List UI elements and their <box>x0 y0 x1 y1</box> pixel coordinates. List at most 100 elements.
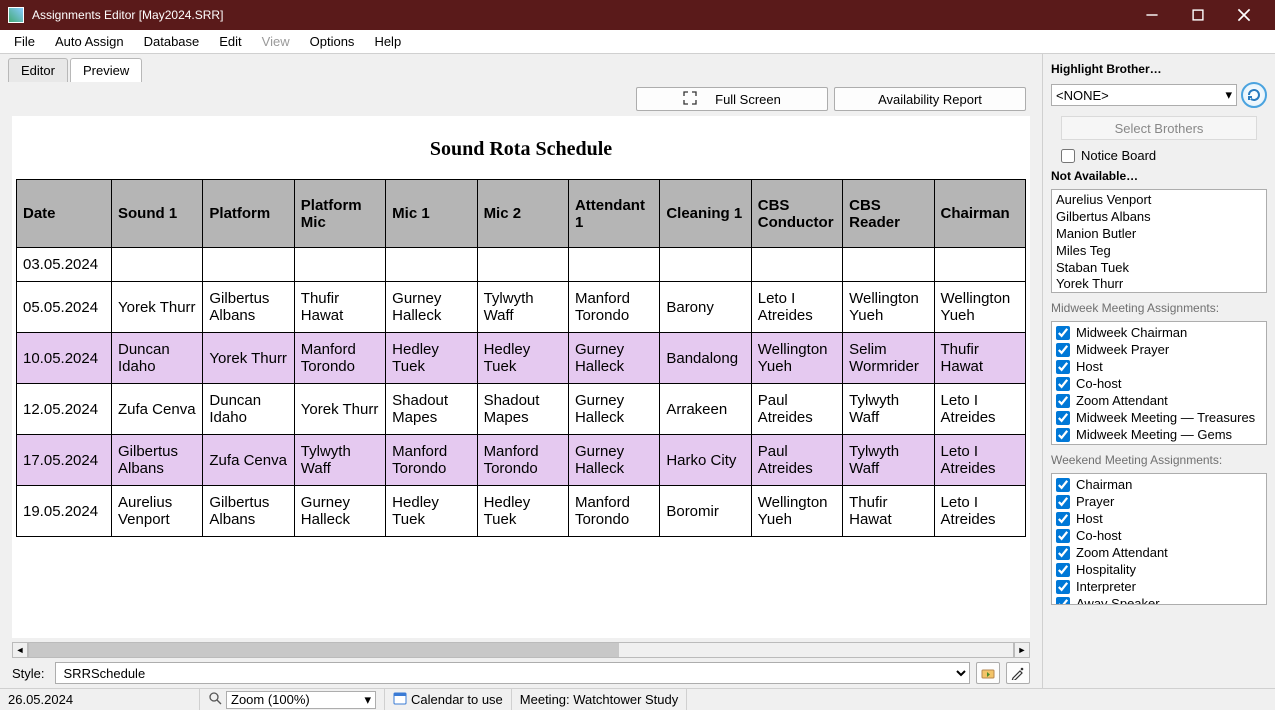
assignment-cell[interactable]: Duncan Idaho <box>112 333 203 384</box>
checklist-checkbox[interactable] <box>1056 512 1070 526</box>
checklist-item[interactable]: Chairman <box>1054 476 1264 493</box>
assignment-cell[interactable]: Hedley Tuek <box>386 486 477 537</box>
style-select[interactable]: SRRSchedule <box>55 662 970 684</box>
checklist-checkbox[interactable] <box>1056 326 1070 340</box>
assignment-cell[interactable]: Manford Torondo <box>477 435 568 486</box>
assignment-cell[interactable]: Gurney Halleck <box>386 282 477 333</box>
tab-editor[interactable]: Editor <box>8 58 68 82</box>
assignment-cell[interactable] <box>751 248 842 282</box>
assignment-cell[interactable]: Selim Wormrider <box>843 333 934 384</box>
checklist-checkbox[interactable] <box>1056 529 1070 543</box>
assignment-cell[interactable]: Leto I Atreides <box>934 486 1025 537</box>
maximize-button[interactable] <box>1175 0 1221 30</box>
menu-auto-assign[interactable]: Auto Assign <box>45 32 134 51</box>
zoom-select[interactable]: Zoom (100%) ▾ <box>226 691 376 709</box>
assignment-cell[interactable]: Manford Torondo <box>386 435 477 486</box>
close-button[interactable] <box>1221 0 1267 30</box>
scroll-left-icon[interactable]: ◄ <box>12 642 28 658</box>
assignment-cell[interactable]: Manford Torondo <box>568 486 659 537</box>
assignment-cell[interactable]: Tylwyth Waff <box>843 435 934 486</box>
not-available-list[interactable]: Aurelius VenportGilbertus AlbansManion B… <box>1051 189 1267 293</box>
assignment-cell[interactable]: Thufir Hawat <box>843 486 934 537</box>
checklist-item[interactable]: Midweek Chairman <box>1054 324 1264 341</box>
availability-report-button[interactable]: Availability Report <box>834 87 1026 111</box>
table-row[interactable]: 12.05.2024Zufa CenvaDuncan IdahoYorek Th… <box>17 384 1026 435</box>
assignment-cell[interactable]: Shadout Mapes <box>386 384 477 435</box>
assignment-cell[interactable]: Gurney Halleck <box>294 486 385 537</box>
checklist-checkbox[interactable] <box>1056 563 1070 577</box>
menu-edit[interactable]: Edit <box>209 32 251 51</box>
checklist-checkbox[interactable] <box>1056 597 1070 606</box>
assignment-cell[interactable]: Gurney Halleck <box>568 384 659 435</box>
checklist-checkbox[interactable] <box>1056 445 1070 446</box>
table-row[interactable]: 03.05.2024 <box>17 248 1026 282</box>
checklist-checkbox[interactable] <box>1056 394 1070 408</box>
checklist-checkbox[interactable] <box>1056 343 1070 357</box>
assignment-cell[interactable] <box>386 248 477 282</box>
assignment-cell[interactable]: Gilbertus Albans <box>203 486 294 537</box>
assignment-cell[interactable]: Hedley Tuek <box>477 333 568 384</box>
list-item[interactable]: Manion Butler <box>1056 226 1262 243</box>
assignment-cell[interactable] <box>294 248 385 282</box>
assignment-cell[interactable] <box>203 248 294 282</box>
list-item[interactable]: Gilbertus Albans <box>1056 209 1262 226</box>
assignment-cell[interactable]: Yorek Thurr <box>294 384 385 435</box>
checklist-checkbox[interactable] <box>1056 411 1070 425</box>
checklist-item[interactable]: Midweek Prayer <box>1054 341 1264 358</box>
assignment-cell[interactable]: Aurelius Venport <box>112 486 203 537</box>
assignment-cell[interactable]: Hedley Tuek <box>477 486 568 537</box>
assignment-cell[interactable]: Harko City <box>660 435 751 486</box>
refresh-button[interactable] <box>1241 82 1267 108</box>
assignment-cell[interactable]: Thufir Hawat <box>294 282 385 333</box>
assignment-cell[interactable]: Manford Torondo <box>568 282 659 333</box>
checklist-item[interactable]: Prayer <box>1054 493 1264 510</box>
list-item[interactable]: Miles Teg <box>1056 243 1262 260</box>
list-item[interactable]: Yorek Thurr <box>1056 276 1262 293</box>
checklist-checkbox[interactable] <box>1056 546 1070 560</box>
table-row[interactable]: 19.05.2024Aurelius VenportGilbertus Alba… <box>17 486 1026 537</box>
assignment-cell[interactable] <box>477 248 568 282</box>
assignment-cell[interactable]: Boromir <box>660 486 751 537</box>
assignment-cell[interactable]: Yorek Thurr <box>112 282 203 333</box>
notice-board-checkbox[interactable] <box>1061 149 1075 163</box>
checklist-item[interactable]: Midweek Meeting — Living <box>1054 443 1264 445</box>
assignment-cell[interactable]: Gurney Halleck <box>568 435 659 486</box>
assignment-cell[interactable]: Paul Atreides <box>751 384 842 435</box>
list-item[interactable]: Aurelius Venport <box>1056 192 1262 209</box>
assignment-cell[interactable] <box>934 248 1025 282</box>
weekend-assignments-list[interactable]: ChairmanPrayerHostCo-hostZoom AttendantH… <box>1051 473 1267 605</box>
checklist-checkbox[interactable] <box>1056 428 1070 442</box>
checklist-checkbox[interactable] <box>1056 360 1070 374</box>
assignment-cell[interactable]: Zufa Cenva <box>112 384 203 435</box>
midweek-assignments-list[interactable]: Midweek ChairmanMidweek PrayerHostCo-hos… <box>1051 321 1267 445</box>
checklist-checkbox[interactable] <box>1056 580 1070 594</box>
assignment-cell[interactable]: Yorek Thurr <box>203 333 294 384</box>
assignment-cell[interactable]: Tylwyth Waff <box>477 282 568 333</box>
checklist-checkbox[interactable] <box>1056 495 1070 509</box>
assignment-cell[interactable]: Thufir Hawat <box>934 333 1025 384</box>
minimize-button[interactable] <box>1129 0 1175 30</box>
table-row[interactable]: 10.05.2024Duncan IdahoYorek ThurrManford… <box>17 333 1026 384</box>
checklist-item[interactable]: Hospitality <box>1054 561 1264 578</box>
assignment-cell[interactable]: Leto I Atreides <box>751 282 842 333</box>
menu-file[interactable]: File <box>4 32 45 51</box>
assignment-cell[interactable]: Tylwyth Waff <box>843 384 934 435</box>
assignment-cell[interactable]: Duncan Idaho <box>203 384 294 435</box>
assignment-cell[interactable]: Barony <box>660 282 751 333</box>
assignment-cell[interactable]: Bandalong <box>660 333 751 384</box>
assignment-cell[interactable]: Wellington Yueh <box>751 333 842 384</box>
assignment-cell[interactable]: Zufa Cenva <box>203 435 294 486</box>
assignment-cell[interactable]: Manford Torondo <box>294 333 385 384</box>
table-row[interactable]: 05.05.2024Yorek ThurrGilbertus AlbansThu… <box>17 282 1026 333</box>
checklist-item[interactable]: Midweek Meeting — Treasures <box>1054 409 1264 426</box>
assignment-cell[interactable] <box>660 248 751 282</box>
assignment-cell[interactable]: Shadout Mapes <box>477 384 568 435</box>
assignment-cell[interactable]: Gilbertus Albans <box>203 282 294 333</box>
checklist-item[interactable]: Co-host <box>1054 527 1264 544</box>
status-calendar[interactable]: Calendar to use <box>411 692 503 707</box>
menu-database[interactable]: Database <box>134 32 210 51</box>
checklist-checkbox[interactable] <box>1056 377 1070 391</box>
table-row[interactable]: 17.05.2024Gilbertus AlbansZufa CenvaTylw… <box>17 435 1026 486</box>
checklist-item[interactable]: Away Speaker <box>1054 595 1264 605</box>
assignment-cell[interactable]: Gurney Halleck <box>568 333 659 384</box>
